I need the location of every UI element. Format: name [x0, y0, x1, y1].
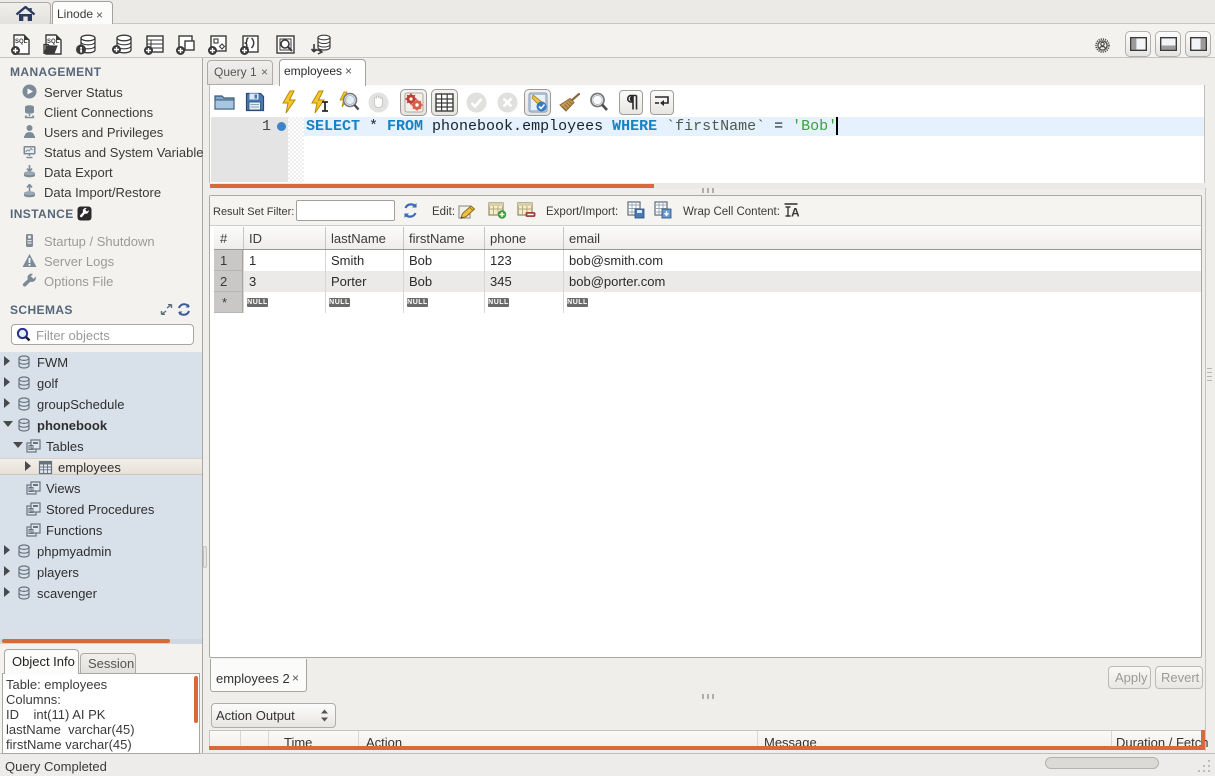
svg-text:SQL: SQL	[15, 39, 28, 45]
svg-text:SQL: SQL	[47, 39, 60, 45]
svg-text:A: A	[791, 206, 799, 219]
